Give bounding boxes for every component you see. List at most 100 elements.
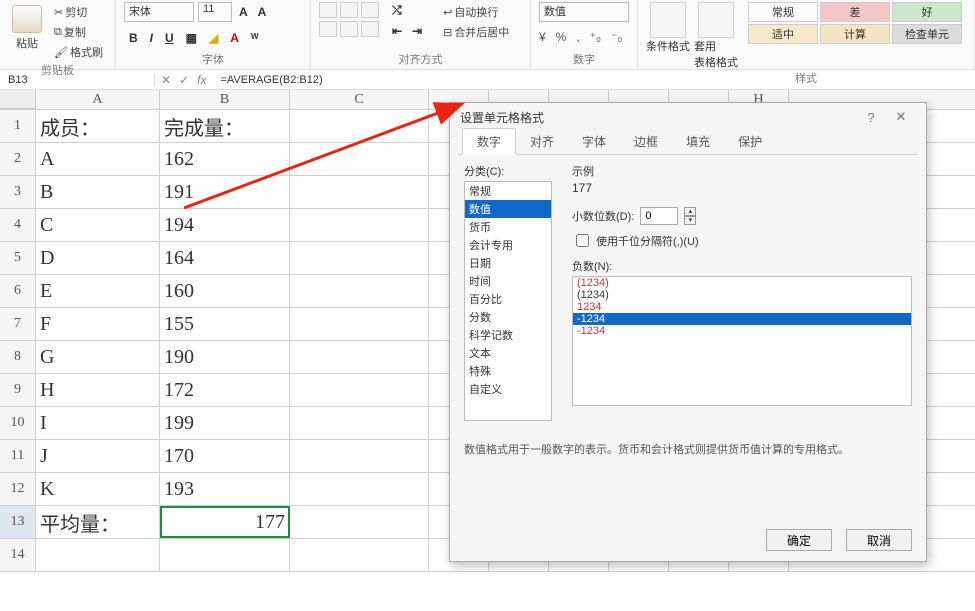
cell[interactable]: C (36, 209, 160, 241)
negative-format-item[interactable]: (1234) (573, 289, 911, 301)
merge-center-button[interactable]: ⊟ 合并后居中 (439, 22, 513, 42)
tab-填充[interactable]: 填充 (672, 129, 724, 154)
cell[interactable]: D (36, 242, 160, 274)
category-item[interactable]: 文本 (465, 344, 551, 362)
font-size-select[interactable]: 11 (198, 2, 232, 22)
name-box[interactable]: B13 (0, 74, 155, 86)
cell[interactable] (290, 110, 429, 142)
cell[interactable] (290, 143, 429, 175)
cell-style-bad[interactable]: 差 (820, 2, 890, 22)
cell[interactable]: E (36, 275, 160, 307)
conditional-formatting-button[interactable]: 条件格式 (646, 2, 690, 54)
wrap-text-button[interactable]: ↩ 自动换行 (439, 2, 513, 22)
cell[interactable]: J (36, 440, 160, 472)
cell[interactable]: F (36, 308, 160, 340)
thousands-separator-checkbox[interactable] (576, 234, 589, 247)
category-item[interactable]: 分数 (465, 308, 551, 326)
row-header[interactable]: 10 (0, 407, 36, 439)
cell[interactable]: 162 (160, 143, 290, 175)
increase-indent-button[interactable]: ⇥ (409, 23, 425, 39)
format-painter-button[interactable]: 🖌 格式刷 (50, 42, 107, 62)
category-item[interactable]: 货币 (465, 218, 551, 236)
tab-保护[interactable]: 保护 (724, 129, 776, 154)
cell[interactable]: 164 (160, 242, 290, 274)
row-header[interactable]: 12 (0, 473, 36, 505)
currency-button[interactable]: ¥ (539, 30, 546, 44)
category-item[interactable]: 会计专用 (465, 236, 551, 254)
category-item[interactable]: 数值 (465, 200, 551, 218)
cell[interactable]: 160 (160, 275, 290, 307)
cell-style-neutral[interactable]: 适中 (748, 24, 818, 44)
row-header[interactable]: 2 (0, 143, 36, 175)
row-header[interactable]: 5 (0, 242, 36, 274)
category-list[interactable]: 常规数值货币会计专用日期时间百分比分数科学记数文本特殊自定义 (464, 181, 552, 421)
cell[interactable] (290, 407, 429, 439)
cell[interactable]: H (36, 374, 160, 406)
category-item[interactable]: 科学记数 (465, 326, 551, 344)
orientation-button[interactable]: ⤭ (389, 2, 425, 19)
formula-accept-icon[interactable]: ✓ (179, 73, 189, 87)
tab-边框[interactable]: 边框 (620, 129, 672, 154)
cell[interactable]: K (36, 473, 160, 505)
cell[interactable] (290, 473, 429, 505)
category-item[interactable]: 常规 (465, 182, 551, 200)
cell-style-calc[interactable]: 计算 (820, 24, 890, 44)
row-header[interactable]: 9 (0, 374, 36, 406)
cell[interactable] (160, 539, 290, 571)
cell[interactable] (290, 341, 429, 373)
cell[interactable]: 193 (160, 473, 290, 505)
ok-button[interactable]: 确定 (766, 529, 832, 551)
decimals-down-button[interactable]: ▾ (684, 216, 696, 225)
column-header-C[interactable]: C (290, 90, 429, 109)
fill-color-button[interactable]: ◢ (206, 30, 221, 46)
row-header[interactable]: 6 (0, 275, 36, 307)
decimals-up-button[interactable]: ▴ (684, 207, 696, 216)
row-header[interactable]: 11 (0, 440, 36, 472)
select-all-corner[interactable] (0, 90, 36, 109)
formula-cancel-icon[interactable]: ✕ (161, 73, 171, 87)
cell[interactable]: G (36, 341, 160, 373)
decrease-font-button[interactable]: A (255, 4, 270, 20)
paste-button[interactable]: 粘贴 (8, 2, 46, 54)
percent-button[interactable]: % (556, 30, 567, 44)
align-right-button[interactable] (361, 21, 379, 37)
cell[interactable]: A (36, 143, 160, 175)
dialog-close-button[interactable]: ✕ (886, 109, 916, 125)
tab-数字[interactable]: 数字 (462, 128, 516, 155)
cell[interactable] (290, 242, 429, 274)
cell[interactable]: 191 (160, 176, 290, 208)
align-top-button[interactable] (319, 2, 337, 18)
fx-icon[interactable]: fx (197, 73, 206, 87)
increase-font-button[interactable]: A (236, 4, 251, 20)
category-item[interactable]: 时间 (465, 272, 551, 290)
column-header-B[interactable]: B (160, 90, 290, 109)
bold-button[interactable]: B (126, 30, 141, 46)
cell[interactable] (290, 506, 429, 538)
cell[interactable]: 完成量： (160, 110, 290, 142)
increase-decimal-button[interactable]: ⁺₀ (590, 30, 601, 44)
negative-format-item[interactable]: -1234 (573, 313, 911, 325)
category-item[interactable]: 百分比 (465, 290, 551, 308)
row-header[interactable]: 8 (0, 341, 36, 373)
align-bottom-button[interactable] (361, 2, 379, 18)
format-as-table-button[interactable]: 套用 表格格式 (694, 2, 738, 70)
cell[interactable]: 199 (160, 407, 290, 439)
cell[interactable] (290, 440, 429, 472)
row-header[interactable]: 3 (0, 176, 36, 208)
tab-对齐[interactable]: 对齐 (516, 129, 568, 154)
decrease-indent-button[interactable]: ⇤ (389, 23, 405, 39)
dialog-help-button[interactable]: ? (856, 110, 886, 125)
cell[interactable]: 155 (160, 308, 290, 340)
cell[interactable]: 172 (160, 374, 290, 406)
cell[interactable]: 170 (160, 440, 290, 472)
row-header[interactable]: 14 (0, 539, 36, 571)
number-format-select[interactable]: 数值 (539, 2, 629, 22)
italic-button[interactable]: I (147, 30, 156, 46)
font-name-select[interactable]: 宋体 (124, 2, 194, 22)
cell-style-check[interactable]: 检查单元 (892, 24, 962, 44)
negatives-list[interactable]: (1234)(1234)1234-1234-1234 (572, 276, 912, 406)
cell[interactable] (36, 539, 160, 571)
cut-button[interactable]: ✂ 剪切 (50, 2, 107, 22)
negative-format-item[interactable]: (1234) (573, 277, 911, 289)
formula-input[interactable]: =AVERAGE(B2:B12) (212, 74, 975, 86)
